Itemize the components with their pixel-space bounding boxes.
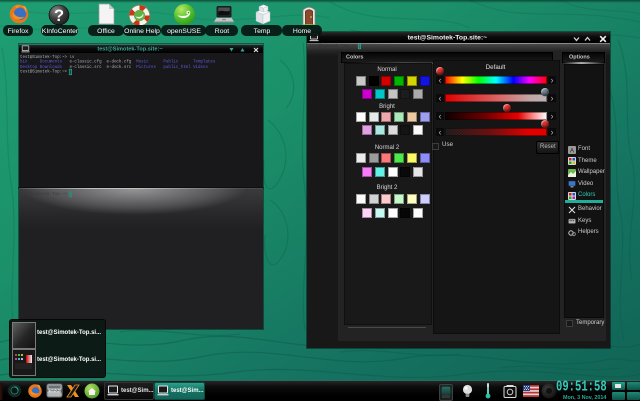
svg-text:?: ? [54,7,64,25]
svg-text:A: A [570,148,574,154]
svg-text:Terminology: Terminology [46,389,63,393]
